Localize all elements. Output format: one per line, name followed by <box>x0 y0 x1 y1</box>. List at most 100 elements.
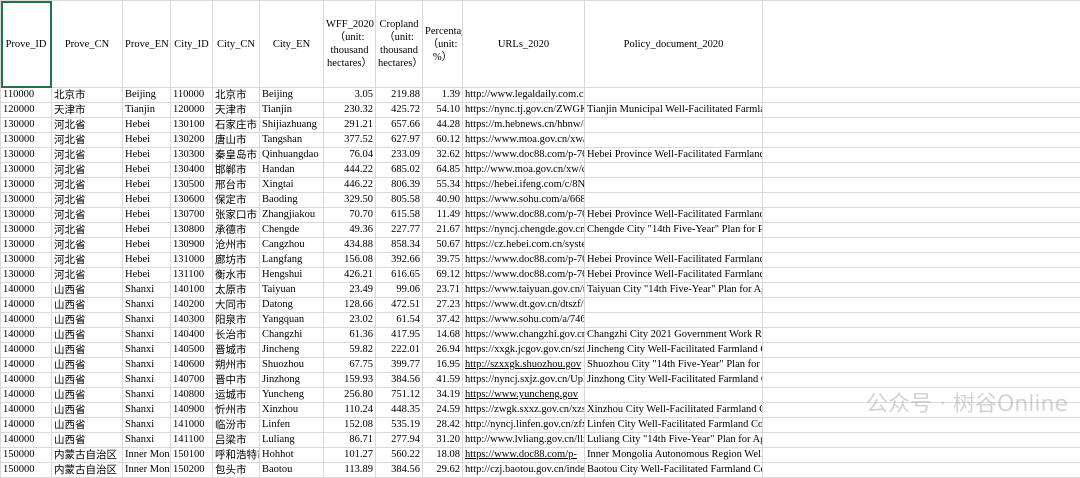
cell-prove-cn[interactable]: 山西省 <box>52 433 123 448</box>
cell-empty[interactable] <box>763 328 1080 343</box>
cell-empty[interactable] <box>763 193 1080 208</box>
cell-cropland[interactable]: 227.77 <box>376 223 423 238</box>
cell-prove-en[interactable]: Shanxi <box>123 328 171 343</box>
cell-cropland[interactable]: 392.66 <box>376 253 423 268</box>
cell-prove-cn[interactable]: 河北省 <box>52 268 123 283</box>
cell-empty[interactable] <box>763 88 1080 103</box>
cell-empty[interactable] <box>763 223 1080 238</box>
cell-city-en[interactable]: Luliang <box>260 433 324 448</box>
cell-url[interactable]: https://www.doc88.com/p-70 <box>463 253 585 268</box>
cell-city-cn[interactable]: 朔州市 <box>213 358 260 373</box>
cell-empty[interactable] <box>763 403 1080 418</box>
cell-city-cn[interactable]: 衡水市 <box>213 268 260 283</box>
cell-city-en[interactable]: Hengshui <box>260 268 324 283</box>
cell-policy[interactable]: Hebei Province Well-Facilitated Farmland… <box>585 208 763 223</box>
cell-url[interactable]: https://www.doc88.com/p-70 <box>463 148 585 163</box>
cell-prove-en[interactable]: Tianjin <box>123 103 171 118</box>
cell-percentage[interactable]: 54.10 <box>423 103 463 118</box>
cell-empty[interactable] <box>763 283 1080 298</box>
cell-prove-en[interactable]: Shanxi <box>123 343 171 358</box>
cell-empty[interactable] <box>763 268 1080 283</box>
cell-prove-id[interactable]: 130000 <box>1 178 52 193</box>
cell-prove-en[interactable]: Hebei <box>123 118 171 133</box>
cell-city-cn[interactable]: 沧州市 <box>213 238 260 253</box>
cell-percentage[interactable]: 55.34 <box>423 178 463 193</box>
cell-prove-en[interactable]: Shanxi <box>123 283 171 298</box>
cell-city-id[interactable]: 130600 <box>171 193 213 208</box>
header-cell-policy[interactable]: Policy_document_2020 <box>585 1 763 88</box>
cell-wff[interactable]: 156.08 <box>324 253 376 268</box>
cell-prove-cn[interactable]: 山西省 <box>52 343 123 358</box>
cell-policy[interactable]: Chengde City "14th Five-Year" Plan for P… <box>585 223 763 238</box>
cell-prove-en[interactable]: Hebei <box>123 223 171 238</box>
cell-url[interactable]: https://www.doc88.com/p- <box>463 448 585 463</box>
cell-url[interactable]: https://www.doc88.com/p-70 <box>463 208 585 223</box>
cell-wff[interactable]: 152.08 <box>324 418 376 433</box>
cell-policy[interactable] <box>585 298 763 313</box>
cell-cropland[interactable]: 858.34 <box>376 238 423 253</box>
cell-prove-en[interactable]: Hebei <box>123 238 171 253</box>
cell-percentage[interactable]: 28.42 <box>423 418 463 433</box>
cell-city-cn[interactable]: 张家口市 <box>213 208 260 223</box>
cell-empty[interactable] <box>763 388 1080 403</box>
cell-percentage[interactable]: 21.67 <box>423 223 463 238</box>
cell-prove-id[interactable]: 140000 <box>1 313 52 328</box>
cell-wff[interactable]: 446.22 <box>324 178 376 193</box>
cell-cropland[interactable]: 417.95 <box>376 328 423 343</box>
cell-city-cn[interactable]: 北京市 <box>213 88 260 103</box>
cell-url[interactable]: http://www.moa.gov.cn/xw/q <box>463 163 585 178</box>
cell-percentage[interactable]: 37.42 <box>423 313 463 328</box>
cell-prove-id[interactable]: 130000 <box>1 148 52 163</box>
cell-city-cn[interactable]: 晋中市 <box>213 373 260 388</box>
cell-policy[interactable] <box>585 133 763 148</box>
cell-city-id[interactable]: 130300 <box>171 148 213 163</box>
cell-policy[interactable] <box>585 178 763 193</box>
cell-wff[interactable]: 113.89 <box>324 463 376 478</box>
cell-empty[interactable] <box>763 118 1080 133</box>
cell-prove-cn[interactable]: 河北省 <box>52 193 123 208</box>
cell-city-cn[interactable]: 阳泉市 <box>213 313 260 328</box>
cell-empty[interactable] <box>763 448 1080 463</box>
cell-city-id[interactable]: 140200 <box>171 298 213 313</box>
cell-empty[interactable] <box>763 433 1080 448</box>
cell-percentage[interactable]: 44.28 <box>423 118 463 133</box>
cell-city-id[interactable]: 140500 <box>171 343 213 358</box>
cell-prove-cn[interactable]: 山西省 <box>52 328 123 343</box>
header-cell-prove-en[interactable]: Prove_EN <box>123 1 171 88</box>
cell-city-cn[interactable]: 保定市 <box>213 193 260 208</box>
cell-city-cn[interactable]: 邢台市 <box>213 178 260 193</box>
cell-city-id[interactable]: 140400 <box>171 328 213 343</box>
cell-policy[interactable]: Tianjin Municipal Well-Facilitated Farml… <box>585 103 763 118</box>
cell-prove-en[interactable]: Shanxi <box>123 313 171 328</box>
cell-percentage[interactable]: 69.12 <box>423 268 463 283</box>
cell-policy[interactable]: Jincheng City Well-Facilitated Farmland … <box>585 343 763 358</box>
cell-prove-cn[interactable]: 天津市 <box>52 103 123 118</box>
cell-empty[interactable] <box>763 148 1080 163</box>
cell-prove-en[interactable]: Shanxi <box>123 433 171 448</box>
cell-city-en[interactable]: Qinhuangdao <box>260 148 324 163</box>
cell-policy[interactable] <box>585 118 763 133</box>
cell-percentage[interactable]: 39.75 <box>423 253 463 268</box>
cell-url[interactable]: http://www.legaldaily.com.cn <box>463 88 585 103</box>
cell-empty[interactable] <box>763 358 1080 373</box>
cell-wff[interactable]: 23.49 <box>324 283 376 298</box>
cell-empty[interactable] <box>763 463 1080 478</box>
cell-city-id[interactable]: 141000 <box>171 418 213 433</box>
cell-prove-id[interactable]: 140000 <box>1 388 52 403</box>
cell-city-en[interactable]: Datong <box>260 298 324 313</box>
cell-wff[interactable]: 61.36 <box>324 328 376 343</box>
cell-city-id[interactable]: 131000 <box>171 253 213 268</box>
cell-city-id[interactable]: 131100 <box>171 268 213 283</box>
cell-prove-id[interactable]: 130000 <box>1 253 52 268</box>
cell-prove-cn[interactable]: 河北省 <box>52 208 123 223</box>
cell-prove-cn[interactable]: 河北省 <box>52 223 123 238</box>
cell-empty[interactable] <box>763 253 1080 268</box>
cell-url[interactable]: http://www.lvliang.gov.cn/llx <box>463 433 585 448</box>
cell-percentage[interactable]: 29.62 <box>423 463 463 478</box>
cell-prove-id[interactable]: 140000 <box>1 298 52 313</box>
cell-policy[interactable]: Luliang City "14th Five-Year" Plan for A… <box>585 433 763 448</box>
cell-wff[interactable]: 291.21 <box>324 118 376 133</box>
cell-city-cn[interactable]: 天津市 <box>213 103 260 118</box>
cell-city-id[interactable]: 140100 <box>171 283 213 298</box>
cell-city-id[interactable]: 130100 <box>171 118 213 133</box>
